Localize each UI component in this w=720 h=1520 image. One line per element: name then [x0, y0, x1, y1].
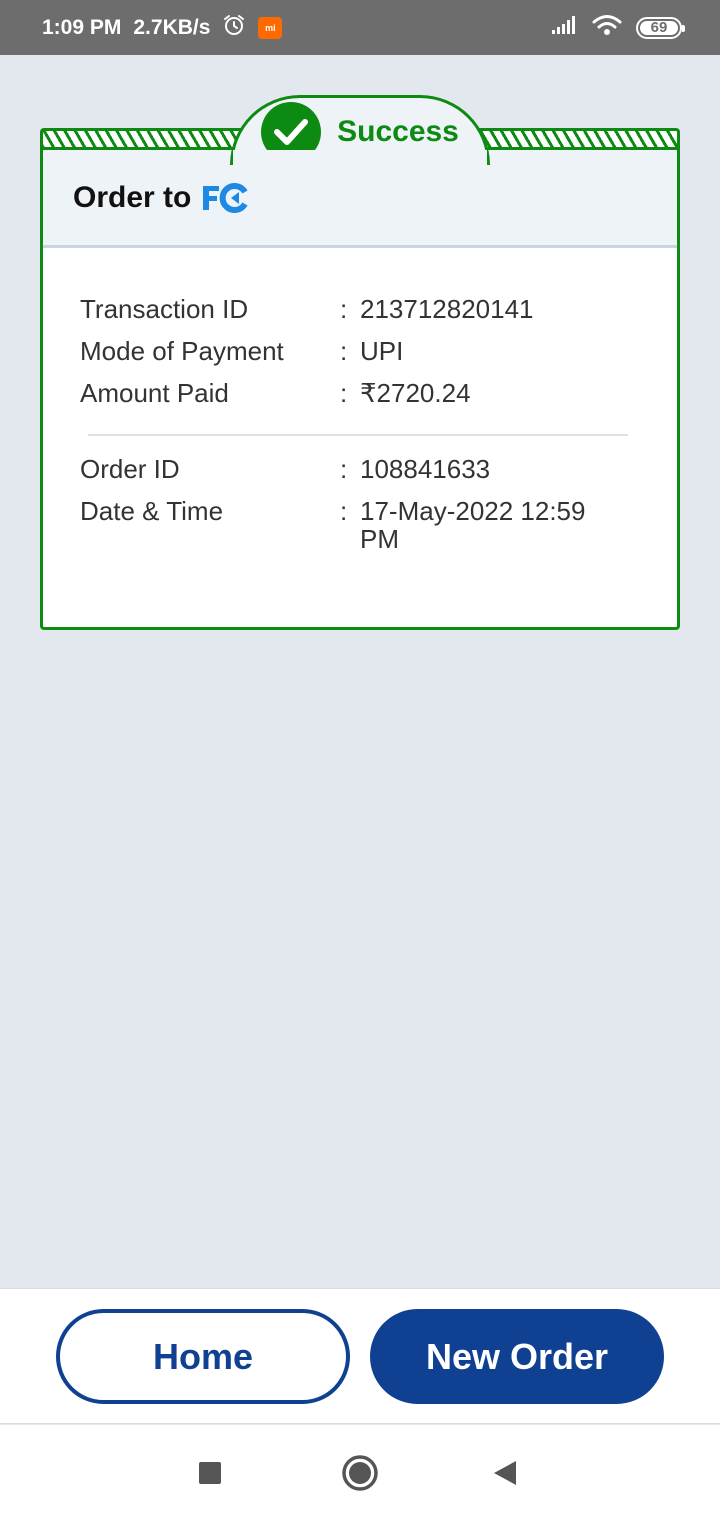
detail-label: Amount Paid — [80, 378, 229, 408]
back-icon[interactable] — [492, 1459, 518, 1492]
detail-label: Date & Time — [80, 496, 224, 526]
detail-row-transaction-id: Transaction ID : 213712820141 — [80, 288, 677, 330]
battery-icon: 69 — [636, 16, 685, 39]
transaction-details: Transaction ID : 213712820141 Mode of Pa… — [43, 248, 677, 553]
detail-row-amount-paid: Amount Paid : ₹2720.24 — [80, 372, 677, 414]
action-bar: Home New Order — [0, 1288, 720, 1424]
home-icon[interactable] — [341, 1454, 379, 1497]
detail-value: UPI — [360, 336, 404, 366]
status-bar: 1:09 PM 2.7KB/s mi 69 — [0, 0, 720, 55]
success-label: Success — [337, 114, 459, 148]
detail-label: Mode of Payment — [80, 336, 284, 366]
detail-row-order-id: Order ID : 108841633 — [80, 448, 677, 490]
alarm-icon — [222, 13, 246, 43]
battery-level: 69 — [650, 19, 668, 36]
detail-label: Transaction ID — [80, 294, 249, 324]
status-time: 1:09 PM — [42, 15, 122, 39]
home-button[interactable]: Home — [56, 1309, 350, 1404]
status-speed: 2.7KB/s — [133, 15, 211, 39]
detail-value: 108841633 — [360, 454, 491, 484]
order-card-body: Order to Transaction ID : 213712820141 M… — [40, 147, 680, 630]
system-nav-bar — [0, 1425, 720, 1520]
mi-app-icon: mi — [258, 16, 283, 39]
new-order-button[interactable]: New Order — [370, 1309, 664, 1404]
detail-value: ₹2720.24 — [360, 378, 471, 408]
order-success-card: Order to Transaction ID : 213712820141 M… — [40, 95, 680, 630]
recents-icon[interactable] — [198, 1461, 222, 1490]
details-divider — [88, 434, 628, 436]
fc-brand-logo — [201, 182, 249, 213]
detail-row-payment-mode: Mode of Payment : UPI — [80, 330, 677, 372]
order-to-label: Order to — [73, 180, 192, 214]
wifi-icon — [592, 14, 622, 41]
signal-icon — [550, 15, 578, 40]
detail-label: Order ID — [80, 454, 180, 484]
detail-value: 213712820141 — [360, 294, 534, 324]
detail-value: 17-May-2022 12:59 PM — [360, 496, 586, 554]
detail-row-date-time: Date & Time : 17-May-2022 12:59 PM — [80, 490, 677, 553]
success-tab-joint — [233, 150, 487, 170]
